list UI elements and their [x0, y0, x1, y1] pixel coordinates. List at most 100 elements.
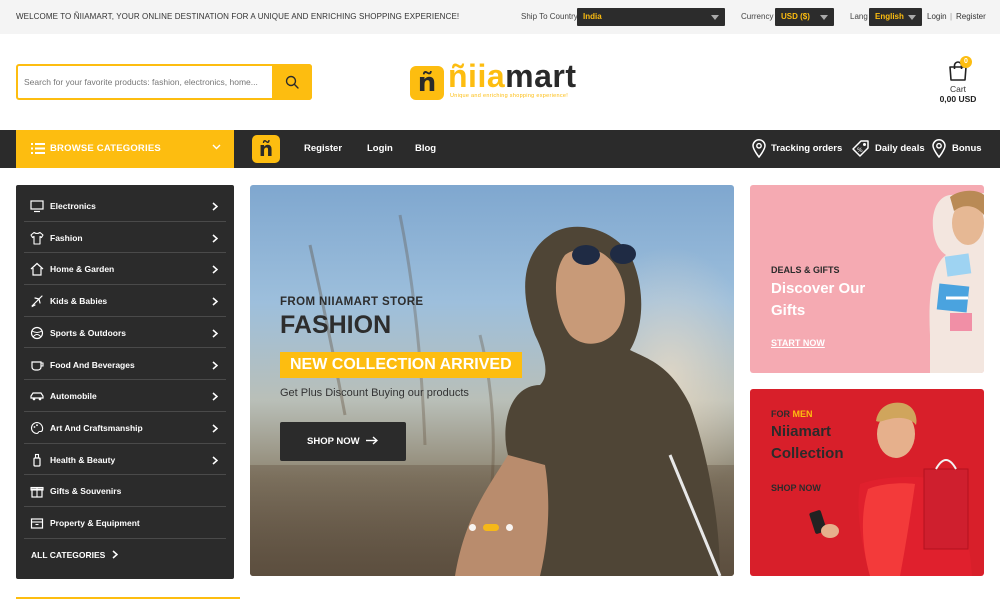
search-bar — [16, 64, 312, 100]
slider-dot-active[interactable] — [483, 524, 499, 531]
gifts-promo-banner[interactable]: DEALS & GIFTS Discover Our Gifts START N… — [750, 185, 984, 373]
location-pin-icon — [752, 139, 766, 158]
nav-link-login[interactable]: Login — [367, 143, 393, 154]
login-link[interactable]: Login — [927, 12, 947, 21]
currency-label: Currency — [741, 12, 774, 21]
chevron-down-icon — [212, 144, 221, 150]
car-icon — [30, 392, 44, 401]
nav-link-blog[interactable]: Blog — [415, 143, 436, 154]
category-item-art-craftsmanship[interactable]: Art And Craftsmanship — [24, 412, 226, 444]
chevron-right-icon — [212, 265, 218, 274]
plane-icon — [31, 295, 43, 308]
all-categories-link[interactable]: ALL CATEGORIES — [31, 550, 118, 560]
chevron-down-icon — [711, 15, 719, 20]
category-label: Property & Equipment — [50, 518, 140, 528]
nav-logo-badge[interactable]: ñ — [252, 135, 280, 163]
box-icon — [30, 518, 44, 529]
section-accent-line — [16, 597, 240, 599]
browse-categories-label: BROWSE CATEGORIES — [50, 143, 161, 154]
logo-wordmark-accent: ñiia — [448, 58, 506, 94]
ship-to-country-value: India — [583, 12, 602, 21]
category-item-kids-babies[interactable]: Kids & Babies — [24, 285, 226, 317]
browse-categories-button[interactable]: BROWSE CATEGORIES — [16, 130, 234, 168]
slider-dot[interactable] — [469, 524, 476, 531]
men-banner-title: Niiamart Collection — [771, 423, 844, 462]
chevron-right-icon — [112, 550, 118, 559]
hero-shop-now-button[interactable]: SHOP NOW — [280, 422, 406, 461]
logo-tagline: Unique and enriching shopping experience… — [450, 93, 569, 99]
hero-collection-tag: NEW COLLECTION ARRIVED — [280, 352, 522, 378]
nav-logo-letter: ñ — [258, 137, 274, 161]
tag-icon: % — [852, 140, 869, 157]
ship-to-label: Ship To Country — [521, 12, 578, 21]
chevron-right-icon — [212, 234, 218, 243]
bottle-icon — [33, 453, 41, 467]
daily-deals-link[interactable]: Daily deals — [875, 143, 925, 154]
all-categories-label: ALL CATEGORIES — [31, 550, 106, 560]
top-bar: WELCOME TO ÑIIAMART, YOUR ONLINE DESTINA… — [0, 0, 1000, 34]
ship-to-country-select[interactable]: India — [577, 8, 725, 26]
chevron-right-icon — [212, 424, 218, 433]
register-link[interactable]: Register — [956, 12, 986, 21]
category-item-gifts-souvenirs[interactable]: Gifts & Souvenirs — [24, 475, 226, 507]
gifts-banner-title: Discover Our Gifts — [771, 280, 866, 319]
category-label: Gifts & Souvenirs — [50, 486, 122, 497]
category-item-home-garden[interactable]: Home & Garden — [24, 253, 226, 286]
men-shop-now-link[interactable]: SHOP NOW — [771, 483, 821, 493]
hero-slider: FROM NIIAMART STORE FASHION NEW COLLECTI… — [250, 185, 734, 576]
category-item-health-beauty[interactable]: Health & Beauty — [24, 444, 226, 476]
start-now-link[interactable]: START NOW — [771, 338, 825, 348]
hero-model-photo — [308, 214, 722, 576]
logo-wordmark: ñiiamart — [448, 58, 576, 95]
nav-link-register[interactable]: Register — [304, 143, 342, 154]
currency-select[interactable]: USD ($) — [775, 8, 834, 26]
logo-wordmark-rest: mart — [505, 58, 577, 94]
chevron-down-icon — [908, 15, 916, 20]
monitor-icon — [30, 200, 44, 213]
link-separator: | — [950, 12, 953, 21]
category-label: Health & Beauty — [50, 454, 116, 465]
category-label: Art And Craftsmanship — [50, 422, 143, 433]
men-banner-pretitle: FOR MEN — [771, 409, 813, 419]
category-item-sports-outdoors[interactable]: Sports & Outdoors — [24, 317, 226, 349]
category-item-automobile[interactable]: Automobile — [24, 380, 226, 412]
hero-shop-now-label: SHOP NOW — [307, 436, 360, 447]
palette-icon — [31, 421, 44, 434]
language-value: English — [875, 12, 904, 21]
cart[interactable]: 0 Cart 0,00 USD — [930, 56, 986, 106]
location-pin-icon — [932, 139, 946, 158]
slider-dot[interactable] — [506, 524, 513, 531]
chevron-right-icon — [212, 329, 218, 338]
category-item-electronics[interactable]: Electronics — [24, 190, 226, 222]
category-item-property-equipment[interactable]: Property & Equipment — [24, 507, 226, 539]
cart-count-badge: 0 — [960, 56, 972, 68]
chevron-right-icon — [212, 456, 218, 465]
category-label: Automobile — [50, 391, 97, 402]
chevron-right-icon — [212, 360, 218, 370]
chevron-down-icon — [820, 15, 828, 20]
language-select[interactable]: English — [869, 8, 922, 26]
search-button[interactable] — [272, 64, 312, 100]
welcome-message: WELCOME TO ÑIIAMART, YOUR ONLINE DESTINA… — [16, 12, 460, 21]
category-label: Kids & Babies — [50, 296, 108, 307]
category-label: Home & Garden — [50, 264, 115, 275]
logo-badge: ñ — [410, 66, 444, 100]
category-sidebar: Electronics Fashion Home & Garden Kids &… — [16, 185, 234, 579]
currency-value: USD ($) — [781, 12, 810, 21]
site-logo[interactable]: ñ ñiiamart Unique and enriching shopping… — [410, 58, 580, 106]
gifts-banner-pretitle: DEALS & GIFTS — [771, 265, 840, 275]
category-label: Fashion — [50, 232, 83, 243]
men-collection-banner[interactable]: FOR MEN Niiamart Collection SHOP NOW — [750, 389, 984, 576]
category-item-fashion[interactable]: Fashion — [24, 222, 226, 254]
bonus-link[interactable]: Bonus — [952, 143, 982, 154]
hero-subtitle: Get Plus Discount Buying our products — [280, 387, 469, 399]
cup-icon — [31, 360, 44, 371]
search-input[interactable] — [24, 74, 272, 90]
category-item-food-beverages[interactable]: Food And Beverages — [24, 349, 226, 381]
category-label: Sports & Outdoors — [50, 327, 127, 338]
hero-title: FASHION — [280, 311, 392, 339]
menu-icon — [31, 143, 45, 154]
tracking-orders-link[interactable]: Tracking orders — [771, 143, 842, 154]
cart-label: Cart — [949, 84, 967, 94]
ball-icon — [30, 326, 44, 339]
